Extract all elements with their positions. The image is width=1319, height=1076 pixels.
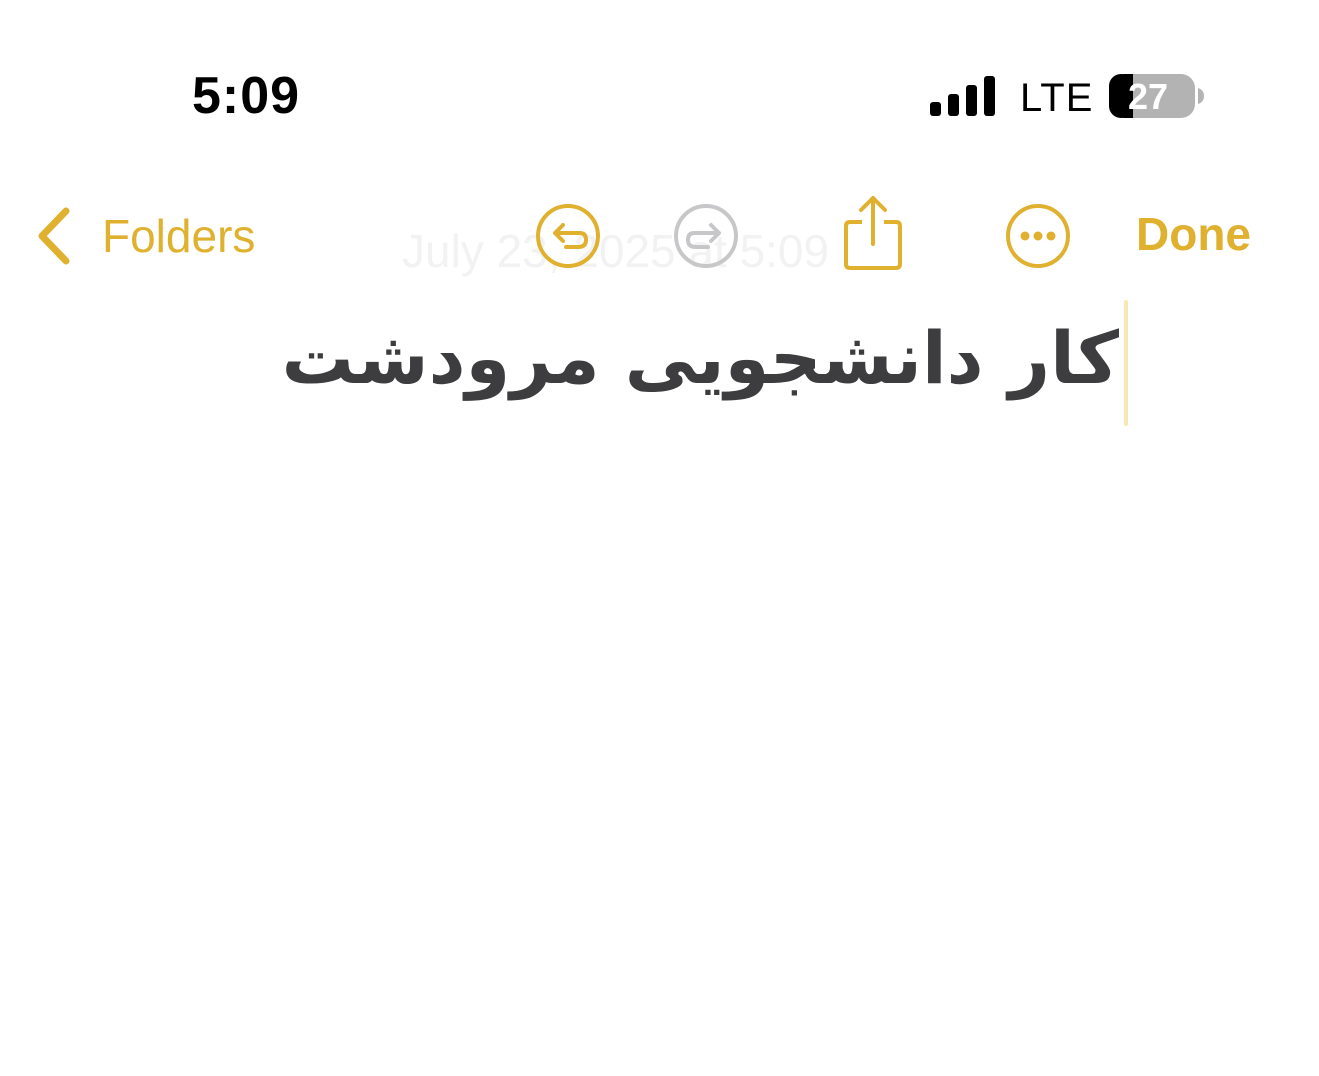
note-body-editor[interactable] (40, 440, 1280, 1040)
signal-icon (930, 76, 995, 116)
chevron-left-icon (38, 207, 70, 265)
redo-icon[interactable] (672, 202, 740, 270)
status-time: 5:09 (192, 67, 301, 125)
undo-icon[interactable] (534, 202, 602, 270)
ellipsis-icon[interactable] (1004, 202, 1072, 270)
text-cursor (1124, 300, 1128, 426)
share-icon[interactable] (842, 194, 904, 272)
back-button-label: Folders (102, 210, 256, 262)
note-date: July 23, 2025 at 5:09 (402, 225, 830, 277)
network-type: LTE (1020, 76, 1094, 120)
note-title[interactable]: کار دانشجویی مرودشت (282, 308, 1119, 408)
done-button[interactable]: Done (1136, 204, 1251, 264)
notes-screen: 5:09 LTE 27 July 23, 2025 at 5:09 Folder… (0, 0, 1319, 1076)
note-toolbar: July 23, 2025 at 5:09 Folders Done (0, 190, 1319, 280)
back-button[interactable]: Folders (34, 204, 255, 268)
battery-level: 27 (1128, 76, 1169, 117)
